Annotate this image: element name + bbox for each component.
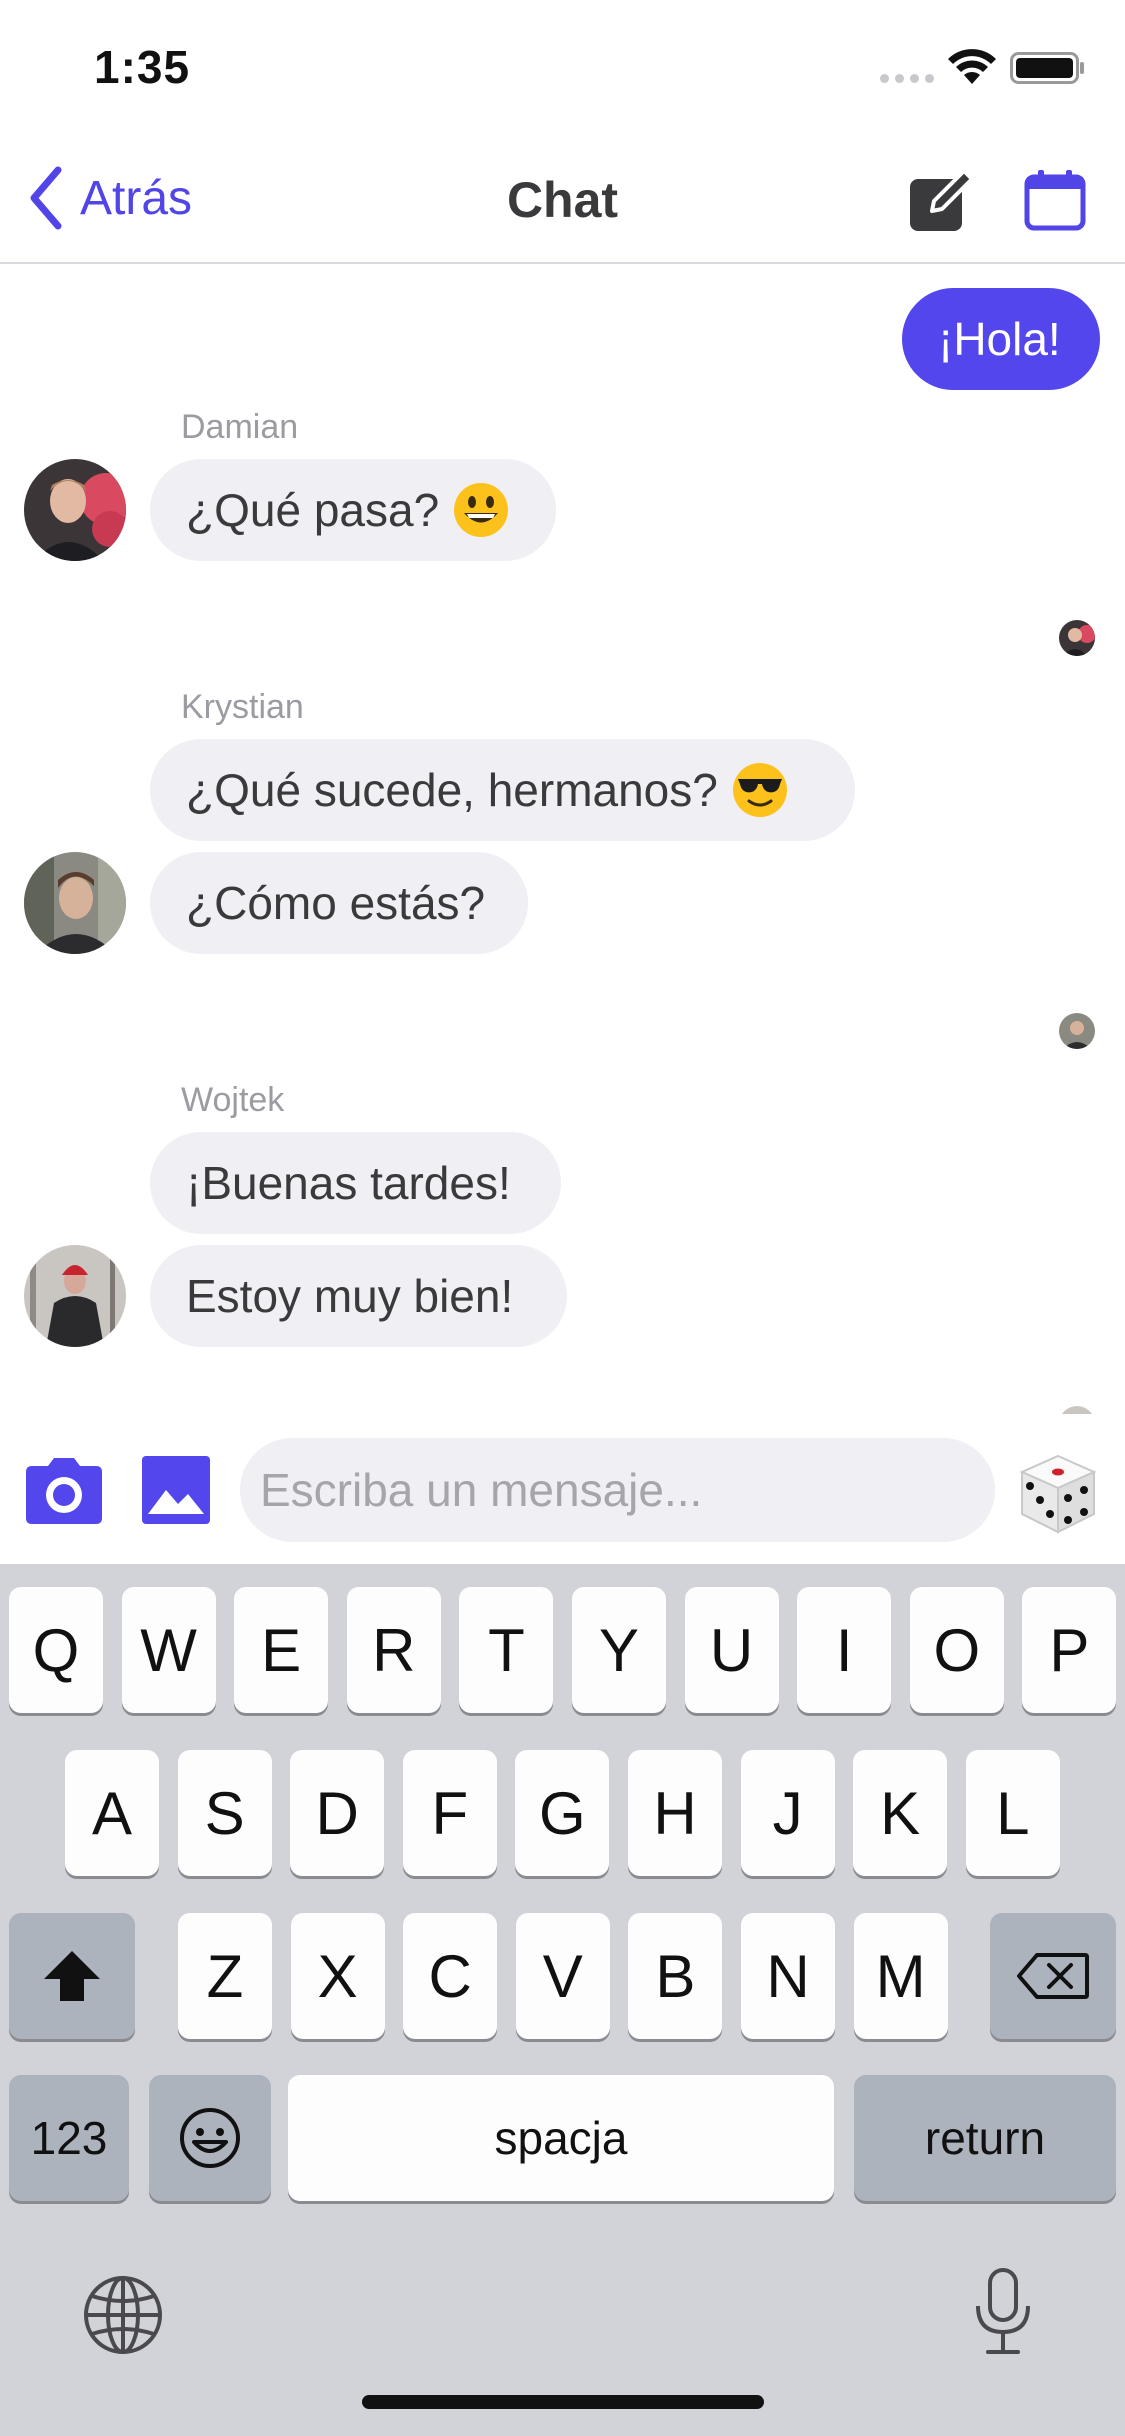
key-a[interactable]: A	[65, 1750, 159, 1876]
sunglasses-face-emoji	[732, 763, 787, 817]
keyboard: QWERTYUIOP ASDFGHJKL ZXCVBNM 123 spacja …	[0, 1564, 1125, 2436]
avatar-image	[24, 852, 126, 954]
incoming-message[interactable]: ¿Qué pasa?	[150, 459, 556, 561]
key-x[interactable]: X	[290, 1913, 385, 2039]
status-time: 1:35	[94, 41, 191, 93]
emoji-key[interactable]	[149, 2075, 271, 2201]
message-text: ¿Cómo estás?	[186, 877, 486, 929]
key-s[interactable]: S	[177, 1750, 272, 1876]
dice-icon[interactable]	[1016, 1452, 1100, 1536]
calendar-icon[interactable]	[1024, 169, 1086, 231]
key-r[interactable]: R	[346, 1587, 441, 1713]
avatar-krystian[interactable]	[24, 852, 126, 954]
image-icon[interactable]	[140, 1454, 212, 1526]
message-text: ¡Hola!	[938, 313, 1061, 365]
incoming-message[interactable]: ¿Qué sucede, hermanos?	[150, 739, 855, 841]
avatar-image	[24, 1245, 126, 1347]
home-indicator[interactable]	[362, 2395, 764, 2409]
return-key[interactable]: return	[854, 2075, 1116, 2201]
emoji-icon	[180, 2108, 240, 2168]
message-text: ¿Qué sucede, hermanos?	[186, 764, 718, 816]
camera-icon[interactable]	[22, 1456, 106, 1526]
nav-bar: Atrás Chat	[0, 135, 1125, 264]
read-receipt-avatar	[1059, 1406, 1095, 1414]
microphone-icon[interactable]	[970, 2266, 1036, 2358]
key-l[interactable]: L	[965, 1750, 1060, 1876]
sender-name: Damian	[181, 408, 299, 446]
outgoing-message[interactable]: ¡Hola!	[902, 288, 1100, 390]
message-input[interactable]	[240, 1438, 995, 1542]
battery-icon	[1010, 52, 1084, 84]
key-k[interactable]: K	[853, 1750, 948, 1876]
sender-name: Wojtek	[181, 1081, 285, 1119]
key-d[interactable]: D	[290, 1750, 385, 1876]
incoming-message[interactable]: ¿Cómo estás?	[150, 852, 528, 954]
key-o[interactable]: O	[909, 1587, 1004, 1713]
globe-icon[interactable]	[82, 2274, 164, 2356]
key-v[interactable]: V	[515, 1913, 610, 2039]
key-m[interactable]: M	[853, 1913, 948, 2039]
key-g[interactable]: G	[515, 1750, 610, 1876]
key-u[interactable]: U	[684, 1587, 779, 1713]
key-p[interactable]: P	[1022, 1587, 1117, 1713]
key-t[interactable]: T	[459, 1587, 554, 1713]
read-receipt-avatar	[1059, 620, 1095, 656]
key-z[interactable]: Z	[178, 1913, 272, 2039]
shift-key[interactable]	[9, 1913, 135, 2039]
key-w[interactable]: W	[121, 1587, 216, 1713]
key-e[interactable]: E	[234, 1587, 329, 1713]
numbers-key[interactable]: 123	[9, 2075, 129, 2201]
incoming-message[interactable]: Estoy muy bien!	[150, 1245, 567, 1347]
composer-bar	[0, 1414, 1125, 1564]
compose-icon[interactable]	[908, 167, 976, 235]
message-list[interactable]: ¡Hola! Damian ¿Qué pasa? Krystian ¿Qué s…	[0, 264, 1125, 1414]
key-i[interactable]: I	[797, 1587, 892, 1713]
space-key[interactable]: spacja	[288, 2075, 834, 2201]
key-c[interactable]: C	[403, 1913, 498, 2039]
key-n[interactable]: N	[741, 1913, 835, 2039]
key-b[interactable]: B	[628, 1913, 723, 2039]
message-text: Estoy muy bien!	[186, 1270, 514, 1322]
key-h[interactable]: H	[628, 1750, 722, 1876]
backspace-icon	[1017, 1953, 1089, 1999]
grinning-face-emoji	[454, 483, 509, 537]
avatar-damian[interactable]	[24, 459, 126, 561]
delete-key[interactable]	[990, 1913, 1116, 2039]
incoming-message[interactable]: ¡Buenas tardes!	[150, 1132, 561, 1234]
key-j[interactable]: J	[740, 1750, 835, 1876]
message-text: ¡Buenas tardes!	[186, 1157, 511, 1209]
sender-name: Krystian	[181, 688, 304, 726]
signal-icon	[880, 74, 936, 84]
key-y[interactable]: Y	[572, 1587, 666, 1713]
message-text: ¿Qué pasa?	[186, 484, 440, 536]
avatar-image	[24, 459, 126, 561]
read-receipt-avatar	[1059, 1013, 1095, 1049]
status-bar: 1:35	[0, 0, 1125, 135]
key-q[interactable]: Q	[9, 1587, 103, 1713]
avatar-wojtek[interactable]	[24, 1245, 126, 1347]
key-f[interactable]: F	[402, 1750, 497, 1876]
shift-icon	[44, 1951, 100, 2001]
wifi-icon	[948, 49, 996, 84]
